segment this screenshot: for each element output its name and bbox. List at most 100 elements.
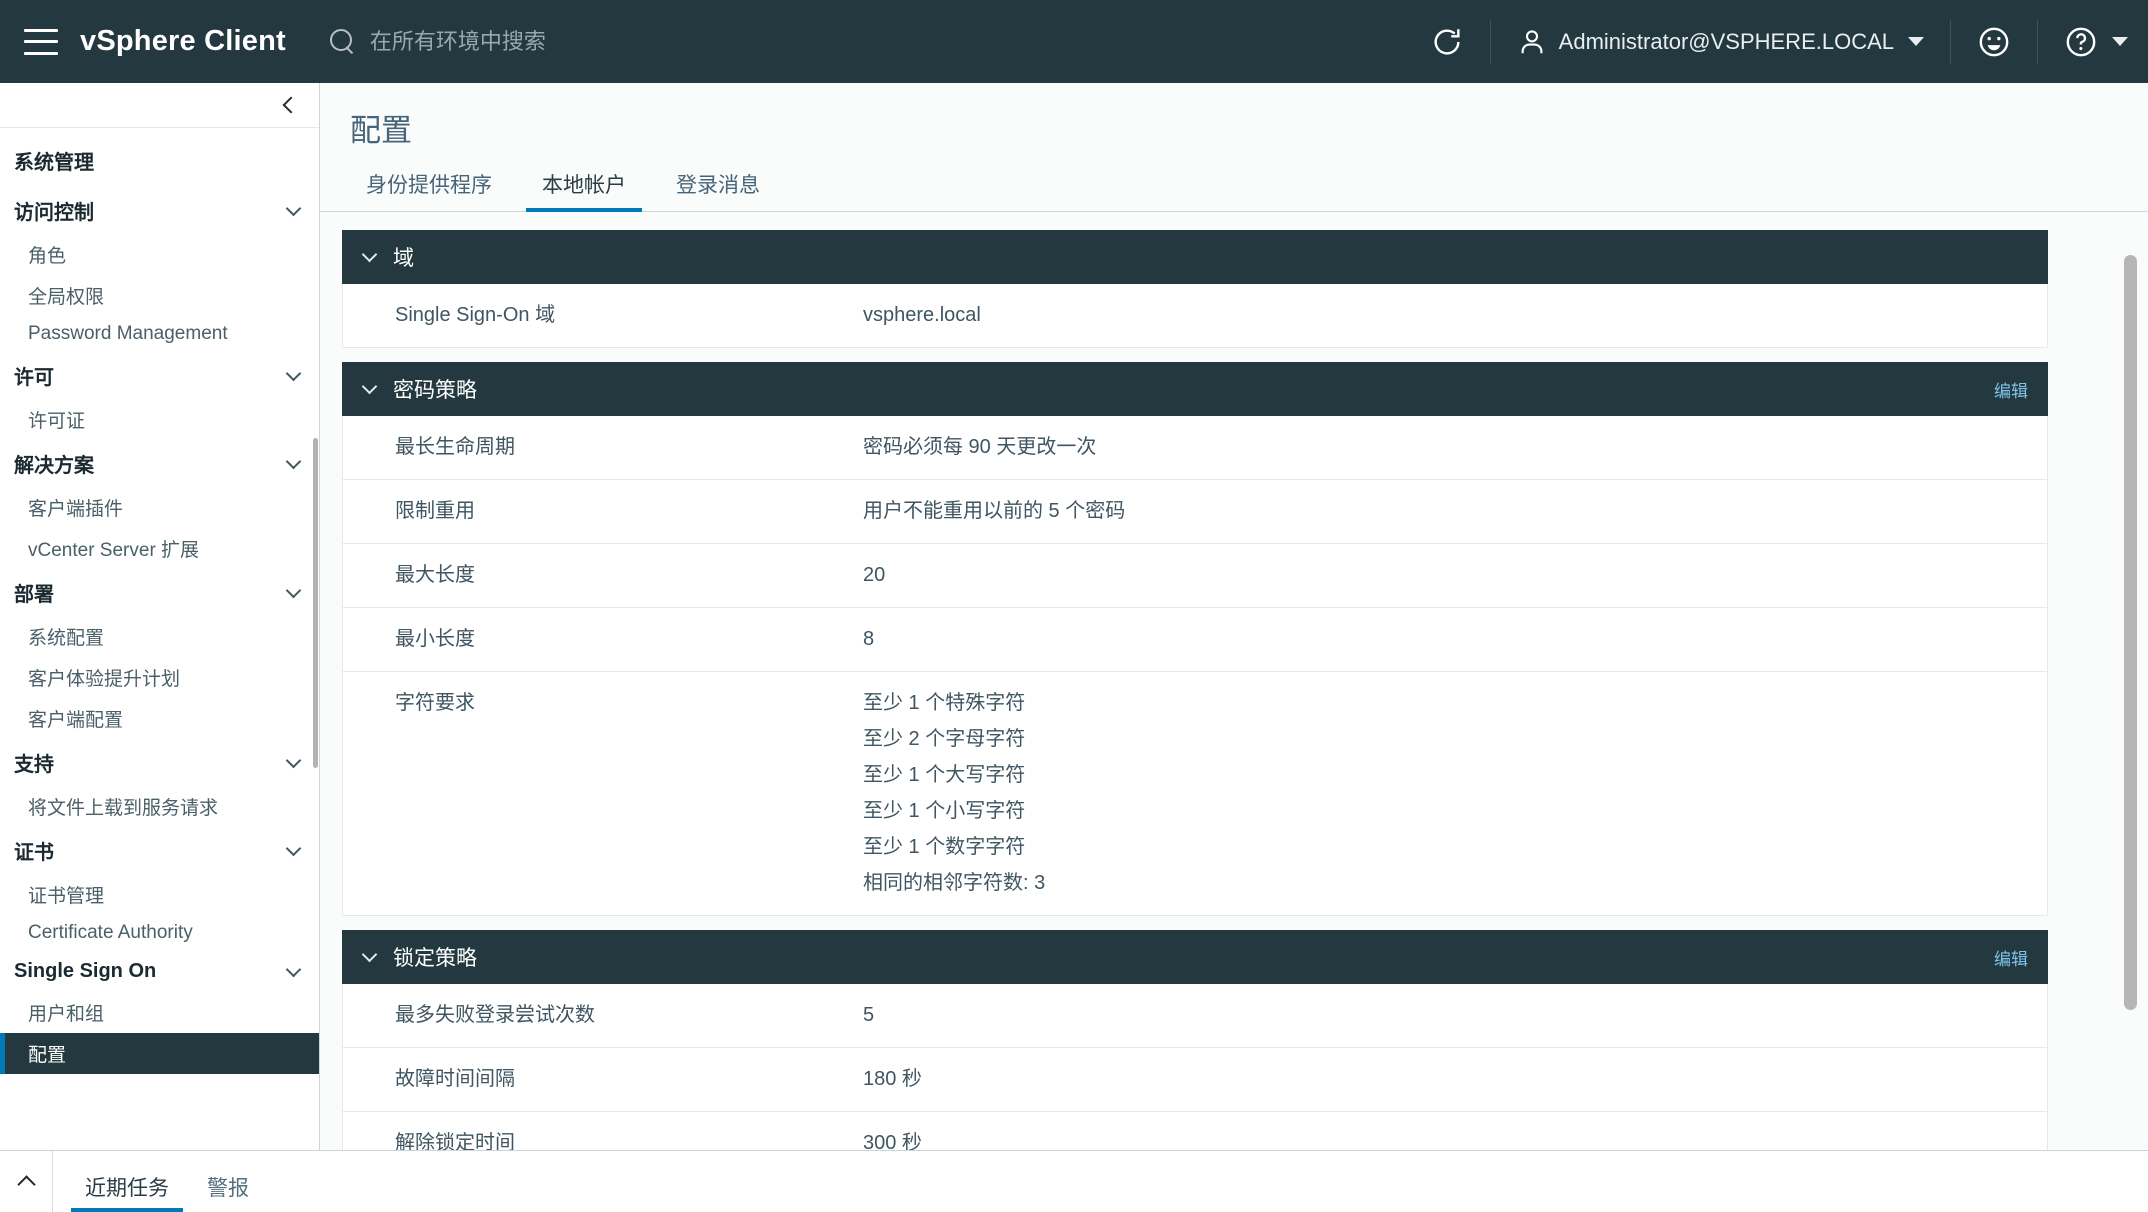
section-rows-0: Single Sign-On 域 vsphere.local	[342, 284, 2048, 348]
tab-2[interactable]: 登录消息	[660, 169, 776, 211]
section-title: 域	[393, 247, 414, 270]
refresh-icon	[1434, 28, 1460, 54]
row-label: 最多失败登录尝试次数	[395, 1004, 595, 1026]
sidebar-item-4-0[interactable]: 将文件上载到服务请求	[0, 786, 319, 827]
row-label: 最大长度	[395, 564, 475, 586]
sidebar-nav[interactable]: 系统管理 访问控制 角色 全局权限 Password Management 许可 许可证解…	[0, 128, 319, 1150]
sidebar-item-5-1[interactable]: Certificate Authority	[0, 915, 319, 951]
edit-link[interactable]: 编辑	[1994, 945, 2028, 970]
row-value: 用户不能重用以前的 5 个密码	[863, 498, 1125, 525]
row-value: 180 秒	[863, 1066, 922, 1093]
body-container: 系统管理 访问控制 角色 全局权限 Password Management 许可 许可证解…	[0, 83, 2148, 1150]
sidebar-item-6-1[interactable]: 配置	[0, 1033, 319, 1074]
settings-row: 最大长度 20	[343, 544, 2047, 608]
chevron-down-icon	[361, 378, 378, 395]
sidebar-collapse-button[interactable]	[0, 83, 319, 128]
row-value-line: 5	[863, 1004, 875, 1026]
sidebar-item-0-0[interactable]: 角色	[0, 234, 319, 275]
chevron-down-icon	[285, 200, 302, 216]
chevron-left-icon	[282, 96, 300, 114]
sidebar-item-3-0[interactable]: 系统配置	[0, 616, 319, 657]
header-divider-3	[2037, 19, 2038, 64]
sidebar-group-0[interactable]: 访问控制	[0, 187, 319, 234]
sidebar-item-1-0[interactable]: 许可证	[0, 399, 319, 440]
content-scrollbar[interactable]	[2124, 255, 2137, 1010]
chevron-down-icon	[285, 453, 302, 469]
footer-expand-button[interactable]	[0, 1151, 53, 1212]
sidebar-item-2-1[interactable]: vCenter Server 扩展	[0, 528, 319, 569]
refresh-button[interactable]	[1410, 0, 1484, 83]
search-input[interactable]	[369, 28, 790, 55]
chevron-down-icon	[1908, 37, 1924, 46]
main-content: 配置 身份提供程序 本地帐户 登录消息 域 Single Sign-On 域 vsphe…	[320, 83, 2148, 1150]
sidebar-item-0-1[interactable]: 全局权限	[0, 275, 319, 316]
section-header-2[interactable]: 锁定策略 编辑	[342, 930, 2048, 984]
user-menu-button[interactable]: Administrator@VSPHERE.LOCAL	[1497, 0, 1944, 83]
app-brand-title: vSphere Client	[80, 25, 286, 57]
footer-tab-0[interactable]: 近期任务	[71, 1172, 183, 1212]
row-value-line: 300 秒	[863, 1132, 922, 1150]
settings-row: 最长生命周期 密码必须每 90 天更改一次	[343, 416, 2047, 480]
settings-row: 最小长度 8	[343, 608, 2047, 672]
header-divider-2	[1950, 19, 1951, 64]
tab-0[interactable]: 身份提供程序	[350, 169, 508, 211]
tab-1[interactable]: 本地帐户	[526, 169, 642, 212]
sidebar-group-5[interactable]: 证书	[0, 827, 319, 874]
footer-tabs: 近期任务 警报	[53, 1151, 273, 1212]
help-button[interactable]	[2044, 0, 2148, 83]
sidebar-item-3-2[interactable]: 客户端配置	[0, 698, 319, 739]
settings-row: 解除锁定时间 300 秒	[343, 1112, 2047, 1150]
sidebar-title: 系统管理	[14, 152, 94, 174]
row-value-line: 至少 1 个小写字符	[863, 800, 1026, 822]
sidebar-item-3-1[interactable]: 客户体验提升计划	[0, 657, 319, 698]
global-search[interactable]	[328, 28, 790, 56]
sidebar-group-6[interactable]: Single Sign On	[0, 951, 319, 992]
sidebar-group-3[interactable]: 部署	[0, 569, 319, 616]
tab-bar: 身份提供程序 本地帐户 登录消息	[320, 156, 2148, 212]
settings-row: 最多失败登录尝试次数 5	[343, 984, 2047, 1048]
row-label: Single Sign-On 域	[395, 304, 556, 326]
row-value: 300 秒	[863, 1130, 922, 1150]
chevron-down-icon	[361, 246, 378, 263]
row-value: 密码必须每 90 天更改一次	[863, 434, 1096, 461]
edit-link[interactable]: 编辑	[1994, 377, 2028, 402]
row-value-line: 8	[863, 628, 875, 650]
chevron-down-icon	[361, 946, 378, 963]
sidebar-group-label: 解决方案	[14, 455, 94, 477]
content-scroll-area[interactable]: 域 Single Sign-On 域 vsphere.local 密码策略 编辑 最长生命…	[320, 212, 2148, 1150]
settings-sections: 域 Single Sign-On 域 vsphere.local 密码策略 编辑 最长生命…	[342, 230, 2048, 1150]
smiley-icon	[1979, 27, 2009, 56]
row-label: 最小长度	[395, 628, 475, 650]
row-value-line: 至少 1 个特殊字符	[863, 692, 1026, 714]
chevron-up-icon	[16, 1174, 36, 1194]
header-divider-1	[1489, 19, 1491, 64]
chevron-down-icon	[285, 752, 302, 768]
section-rows-1: 最长生命周期 密码必须每 90 天更改一次限制重用 用户不能重用以前的 5 个密码最…	[342, 416, 2048, 916]
sidebar-scrollbar[interactable]	[313, 438, 318, 768]
sidebar-group-4[interactable]: 支持	[0, 739, 319, 786]
row-value-line: 至少 1 个数字字符	[863, 836, 1026, 858]
sidebar-item-6-0[interactable]: 用户和组	[0, 992, 319, 1033]
chevron-down-icon	[285, 961, 302, 977]
section-header-1[interactable]: 密码策略 编辑	[342, 362, 2048, 416]
row-value-line: 至少 2 个字母字符	[863, 728, 1026, 750]
sidebar-group-2[interactable]: 解决方案	[0, 440, 319, 487]
row-value: 至少 1 个特殊字符 至少 2 个字母字符 至少 1 个大写字符 至少 1 个小写字符…	[863, 690, 1045, 897]
sidebar-item-2-0[interactable]: 客户端插件	[0, 487, 319, 528]
sidebar-group-label: Single Sign On	[14, 960, 157, 982]
sidebar-group-1[interactable]: 许可	[0, 352, 319, 399]
sidebar-item-0-2[interactable]: Password Management	[0, 316, 319, 352]
row-value-line: 相同的相邻字符数: 3	[863, 872, 1046, 894]
user-name-label: Administrator@VSPHERE.LOCAL	[1558, 28, 1894, 54]
row-value-line: vsphere.local	[863, 304, 981, 326]
chevron-down-icon	[285, 840, 302, 856]
feedback-button[interactable]	[1957, 0, 2031, 83]
footer-tab-1[interactable]: 警报	[193, 1172, 263, 1212]
section-header-0[interactable]: 域	[342, 230, 2048, 284]
help-chevron-down-icon	[2112, 37, 2128, 46]
row-label: 限制重用	[395, 500, 475, 522]
hamburger-menu-icon[interactable]	[24, 28, 58, 55]
sidebar-group-label: 证书	[14, 842, 54, 864]
sidebar-item-5-0[interactable]: 证书管理	[0, 874, 319, 915]
